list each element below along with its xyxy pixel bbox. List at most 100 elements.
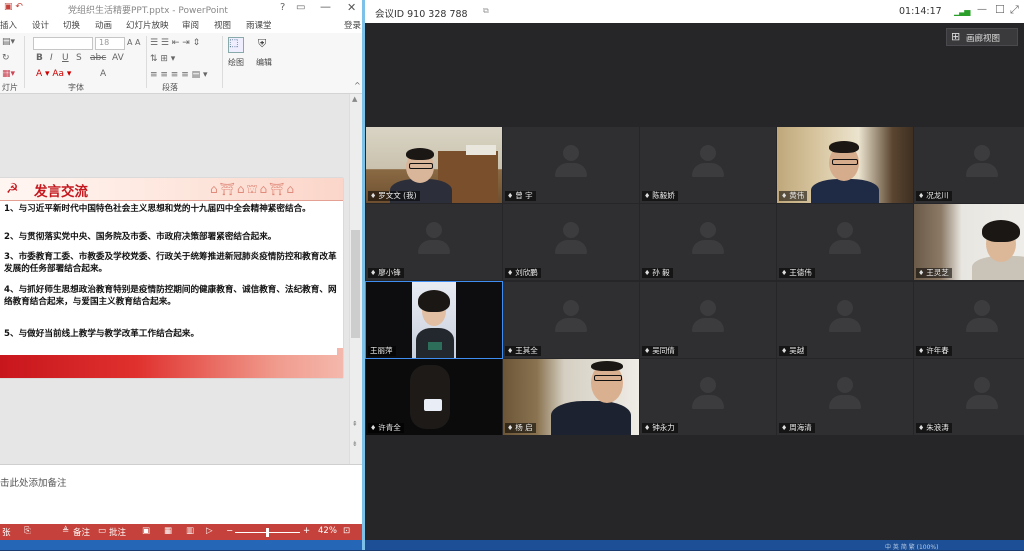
participant-tile[interactable]: ♦ 王灵芝	[914, 204, 1024, 280]
reading-view-icon[interactable]: ▥	[186, 526, 194, 536]
participant-name: ♦ 廖小锋	[368, 268, 404, 278]
italic-icon[interactable]: I	[50, 53, 53, 63]
underline-icon[interactable]: U	[62, 53, 69, 63]
group-slides-label: 灯片	[2, 83, 18, 92]
comments-icon[interactable]: ▭	[98, 526, 106, 536]
tab-design[interactable]: 设计	[32, 19, 49, 31]
spacing-icon[interactable]: AV	[112, 53, 124, 63]
scrollbar-thumb[interactable]	[351, 230, 360, 338]
fullscreen-icon[interactable]: ⤢	[1010, 3, 1019, 17]
tab-view[interactable]: 视图	[214, 19, 231, 31]
normal-view-icon[interactable]: ▣	[142, 526, 150, 536]
comments-button[interactable]: 批注	[109, 526, 126, 538]
participant-name: ♦ 陈毅娇	[642, 191, 678, 201]
fit-slide-icon[interactable]: ⊡	[343, 526, 350, 536]
collapse-ribbon-icon[interactable]: ^	[354, 81, 361, 90]
participant-name: ♦ 许年春	[916, 346, 952, 356]
section-icon[interactable]: ▦▾	[2, 69, 15, 79]
layout-icon[interactable]: ▤▾	[2, 37, 15, 47]
close-button[interactable]: ✕	[347, 1, 356, 14]
font-name-box[interactable]	[33, 37, 93, 50]
draw-icon[interactable]: ⬚	[228, 37, 244, 53]
scroll-up-icon[interactable]: ▲	[352, 95, 357, 103]
tab-transitions[interactable]: 切换	[63, 19, 80, 31]
notes-icon[interactable]: ≜	[62, 526, 69, 536]
participant-tile[interactable]: ♦ 杨 启	[503, 359, 639, 435]
participant-tile-active-speaker[interactable]: 王丽萍	[365, 281, 503, 359]
copy-icon[interactable]: ⧉	[483, 6, 489, 16]
ppt-status-bar: 张 ⎘ ≜ 备注 ▭ 批注 ▣ ▦ ▥ ▷ − + 42% ⊡	[0, 524, 362, 540]
shadow-icon[interactable]: S	[76, 53, 82, 63]
participant-tile[interactable]: ♦ 周海清	[777, 359, 913, 435]
quick-access-icon[interactable]: ▣ ↶	[4, 2, 23, 12]
participant-name: ♦ 吴同倩	[642, 346, 678, 356]
text-direction-icon[interactable]: ⇅ ⊞ ▾	[150, 54, 175, 64]
font-color-icon[interactable]: A ▾ Aa ▾	[36, 69, 71, 79]
zoom-slider-knob[interactable]	[266, 528, 269, 537]
participant-tile[interactable]: ♦ 廖小锋	[366, 204, 502, 280]
signal-bars-icon: ▁▃▅	[954, 7, 971, 16]
participant-name: 王丽萍	[368, 346, 396, 356]
participant-tile[interactable]: ♦ 王德伟	[777, 204, 913, 280]
ribbon-separator	[146, 36, 147, 88]
edit-button[interactable]: 编辑	[256, 57, 272, 68]
participant-name: ♦ 王其全	[505, 346, 541, 356]
minimize-icon[interactable]: —	[977, 4, 987, 15]
participant-tile[interactable]: ♦ 孙 毅	[640, 204, 776, 280]
help-icon[interactable]: ?	[280, 2, 285, 13]
tab-animations[interactable]: 动画	[95, 19, 112, 31]
gallery-view-button[interactable]: ⊞ 画廊视图	[946, 28, 1018, 46]
bullets-icon[interactable]: ☰ ☰ ⇤ ⇥ ⇕	[150, 38, 200, 48]
tab-review[interactable]: 审阅	[182, 19, 199, 31]
draw-button[interactable]: 绘图	[228, 57, 244, 68]
participant-tile[interactable]: ♦ 许青全	[366, 359, 502, 435]
tab-insert[interactable]: 插入	[0, 19, 17, 31]
font-size-value: 18	[99, 38, 110, 47]
sign-in-link[interactable]: 登录	[344, 19, 361, 31]
zoom-out-icon[interactable]: −	[226, 526, 233, 536]
participant-tile[interactable]: ♦ 刘欣鹏	[503, 204, 639, 280]
tab-slideshow[interactable]: 幻灯片放映	[126, 19, 169, 31]
participant-tile[interactable]: ♦ 陈毅娇	[640, 127, 776, 203]
slide[interactable]: ☭ 发言交流 ⌂⛩⌂⛫⌂⛩⌂ 1、与习近平新时代中国特色社会主义思想和党的十九届…	[0, 178, 343, 378]
avatar-placeholder	[700, 300, 716, 316]
zoom-in-icon[interactable]: +	[303, 526, 310, 536]
maximize-icon[interactable]: ☐	[995, 3, 1005, 16]
participant-tile[interactable]: ♦ 钟永力	[640, 359, 776, 435]
notes-button[interactable]: 备注	[73, 526, 90, 538]
minimize-button[interactable]: —	[320, 0, 331, 13]
spell-check-icon[interactable]: ⎘	[24, 526, 31, 536]
slide-count-label: 张	[2, 528, 11, 538]
mic-icon: ♦	[507, 269, 514, 277]
slide-sorter-icon[interactable]: ▦	[164, 526, 172, 536]
participant-tile[interactable]: ♦ 吴越	[777, 282, 913, 358]
participant-tile[interactable]: ♦ 罗文文 (我)	[366, 127, 502, 203]
strike-icon[interactable]: abc	[90, 53, 106, 63]
gallery-view-label: 画廊视图	[966, 34, 1001, 44]
participant-tile[interactable]: ♦ 朱浪涛	[914, 359, 1024, 435]
notes-pane[interactable]: 击此处添加备注	[0, 464, 362, 525]
participant-tile[interactable]: ♦ 黄伟	[777, 127, 913, 203]
zoom-level[interactable]: 42%	[318, 526, 337, 536]
font-grow-icon[interactable]: A A	[127, 38, 141, 47]
find-icon[interactable]: ⛨	[258, 37, 266, 51]
participant-name: ♦ 周海清	[779, 423, 815, 433]
slide-item: 3、市委教育工委、市教委及学校党委、行政关于统筹推进新冠肺炎疫情防控和教育改革发…	[4, 252, 337, 274]
participant-tile[interactable]: ♦ 王其全	[503, 282, 639, 358]
clear-format-icon[interactable]: A	[100, 69, 106, 79]
participant-name: ♦ 罗文文 (我)	[368, 191, 420, 201]
participant-tile[interactable]: ♦ 况龙川	[914, 127, 1024, 203]
participant-tile[interactable]: ♦ 许年春	[914, 282, 1024, 358]
tab-rain-classroom[interactable]: 雨课堂	[246, 19, 272, 31]
reset-icon[interactable]: ↻	[2, 53, 10, 63]
taskbar-left	[0, 540, 362, 550]
align-icons[interactable]: ≡ ≡ ≡ ≡ ▤ ▾	[150, 70, 208, 80]
bold-icon[interactable]: B	[36, 53, 43, 63]
font-size-box[interactable]: 18	[95, 37, 125, 50]
prev-slide-icon[interactable]: ⇞	[352, 420, 358, 428]
ribbon-display-icon[interactable]: ▭	[296, 2, 305, 13]
next-slide-icon[interactable]: ⇟	[352, 440, 358, 448]
participant-tile[interactable]: ♦ 吴同倩	[640, 282, 776, 358]
slideshow-icon[interactable]: ▷	[206, 526, 213, 536]
participant-tile[interactable]: ♦ 曾 宇	[503, 127, 639, 203]
